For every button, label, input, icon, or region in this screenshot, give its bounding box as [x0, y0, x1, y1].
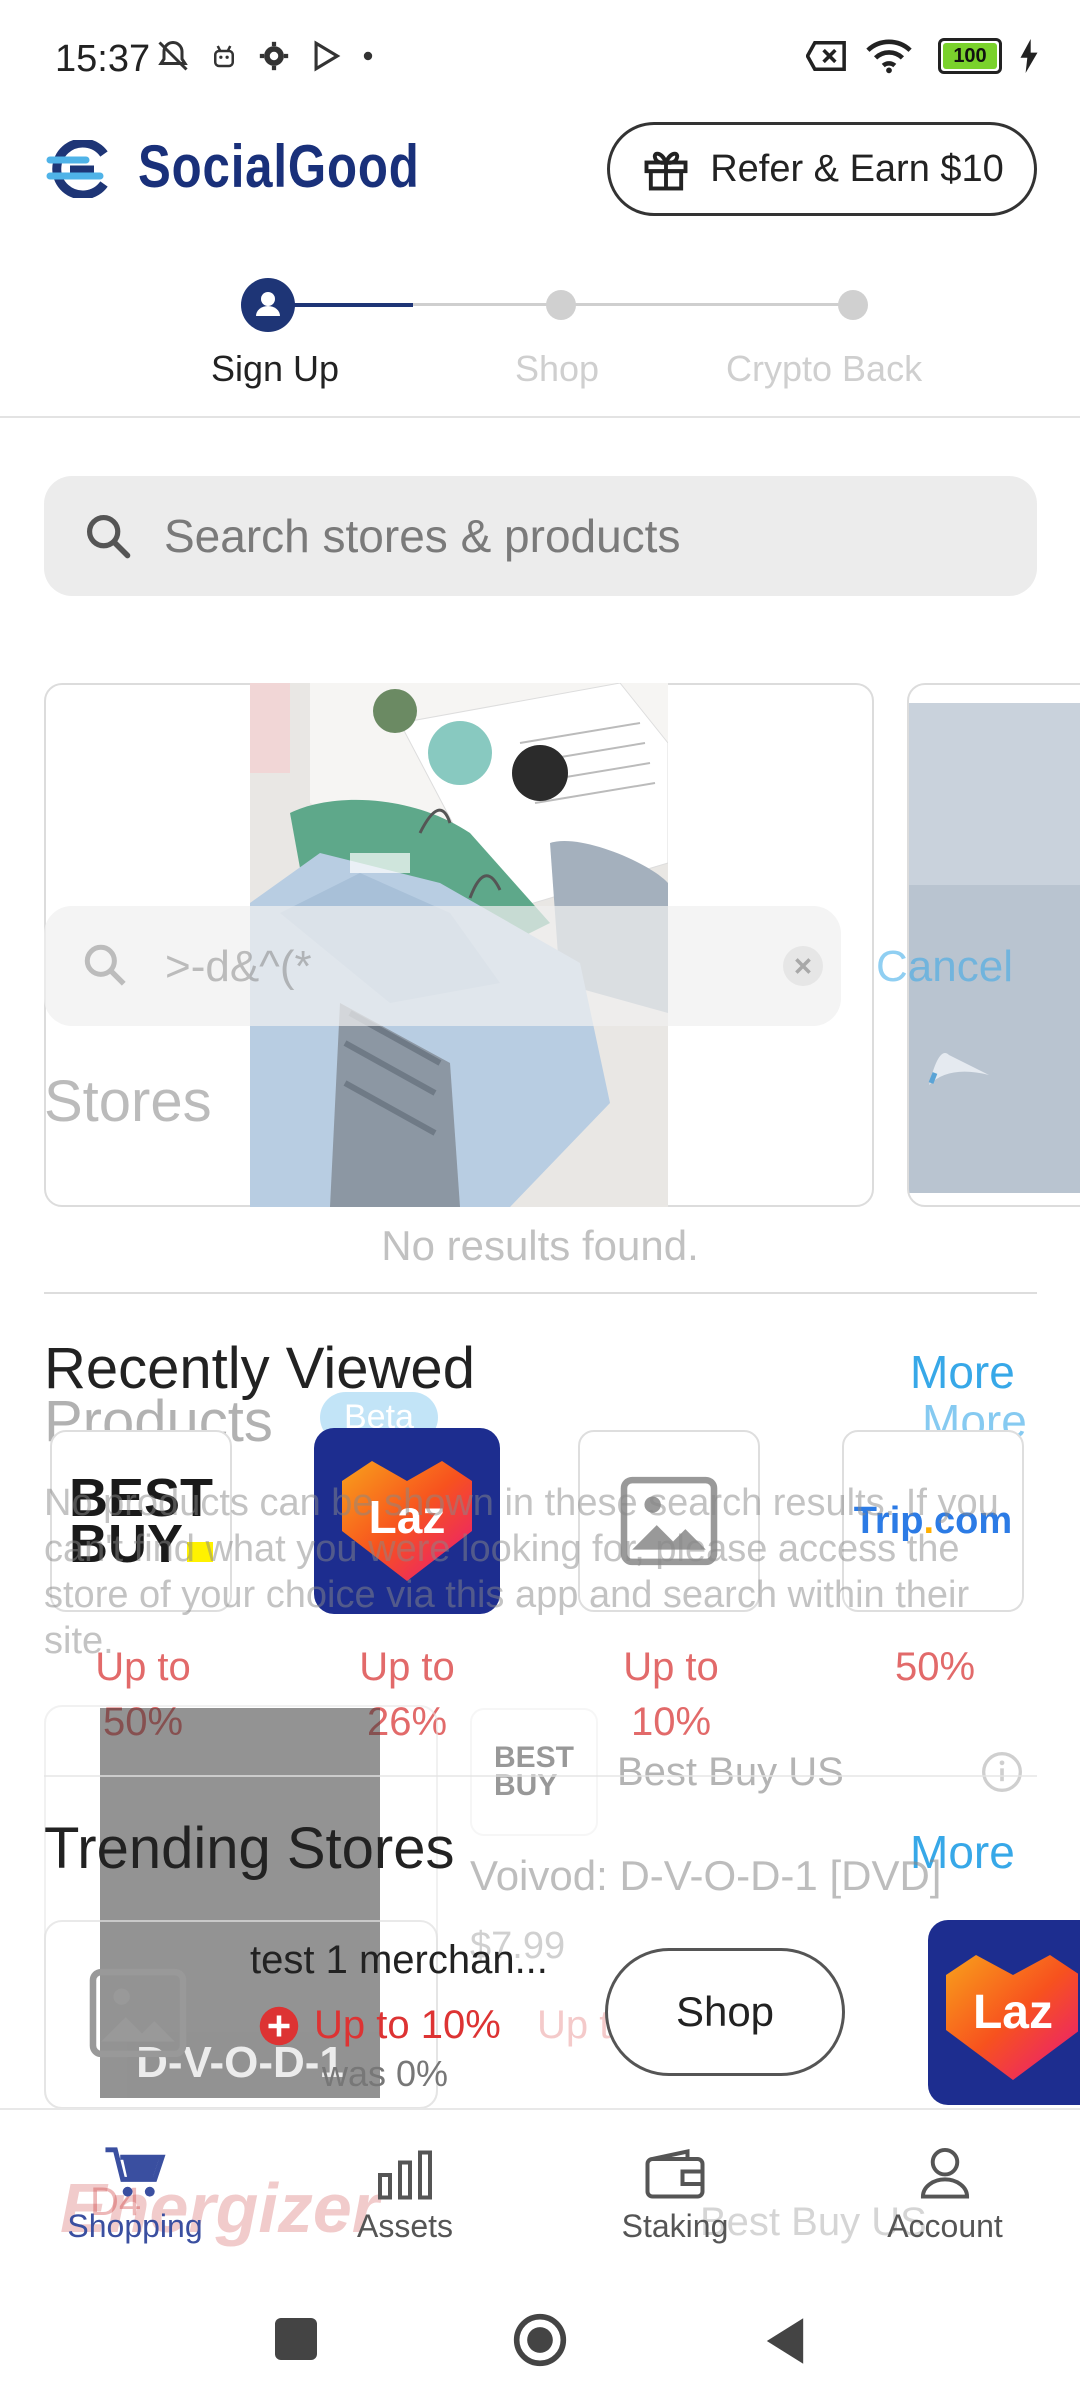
stores-results-title: Stores [44, 1069, 212, 1134]
system-status-icons: 100 [806, 38, 1040, 74]
search-icon [86, 514, 131, 559]
step-shop-dot [546, 290, 576, 320]
nav-assets-label: Assets [356, 2208, 454, 2244]
battery-level: 100 [943, 43, 997, 69]
trending-cashback: Up to 10% [314, 2003, 501, 2047]
home-button[interactable] [512, 2312, 568, 2368]
trending-was-rate: was 0% [322, 2053, 449, 2094]
clear-search-button[interactable] [783, 946, 823, 986]
shop-button-label: Shop [675, 1988, 775, 2035]
person-icon [920, 2147, 970, 2199]
trending-store-name: test 1 merchan... [250, 1938, 548, 1982]
no-sim-icon [806, 41, 846, 71]
refer-earn-label: Refer & Earn $10 [710, 147, 1004, 190]
trending-store-logo [58, 1935, 218, 2091]
step-cryptoback-dot [838, 290, 868, 320]
cancel-search-button[interactable]: Cancel [876, 942, 1013, 992]
notification-icons [155, 38, 375, 74]
stepper-track [413, 303, 853, 306]
dot-icon [363, 51, 373, 61]
trending-store-lazada[interactable]: Laz [928, 1920, 1080, 2105]
battery-icon: 100 [938, 38, 1002, 74]
refer-earn-button[interactable]: Refer & Earn $10 [607, 122, 1037, 216]
wallet-icon [645, 2149, 705, 2199]
android-icon [214, 45, 234, 68]
info-icon[interactable] [980, 1750, 1024, 1794]
overlay-divider [44, 1775, 1037, 1777]
image-placeholder-icon [89, 1968, 187, 2058]
svg-text:Laz: Laz [973, 1986, 1053, 2039]
play-icon [314, 40, 341, 72]
lazada-logo: Laz [946, 1955, 1080, 2080]
search-input[interactable] [162, 508, 966, 564]
overlay-search-query[interactable]: >-d&^(* [165, 942, 312, 992]
product-store-name: Best Buy US [617, 1750, 844, 1794]
back-button[interactable] [762, 2316, 808, 2366]
products-note: No products can be shown in these search… [44, 1482, 999, 1662]
header-divider [0, 416, 1080, 418]
wifi-icon [866, 39, 912, 74]
close-icon [795, 958, 811, 974]
step-cryptoback-label: Crypto Back [726, 348, 923, 389]
brand-name: SocialGood [138, 133, 420, 200]
step-signup-label: Sign Up [211, 348, 340, 389]
results-divider [44, 1292, 1037, 1294]
trending-stores-title: Trending Stores [44, 1816, 455, 1881]
nav-staking-label: Staking [621, 2208, 729, 2244]
system-navigation-bar [0, 2270, 1080, 2400]
overlay-search-icon [84, 944, 126, 986]
status-bar: 15:37 100 [0, 0, 1080, 120]
step-shop-label: Shop [515, 348, 600, 389]
recently-viewed-more-link[interactable]: More [910, 1345, 1015, 1399]
recent-placeholder-cashback: Up to 10% [623, 1645, 719, 1744]
product-store-logo: BEST BUY [470, 1708, 598, 1836]
bar-chart-icon [378, 2150, 432, 2200]
search-bar[interactable] [44, 476, 1037, 596]
nav-shopping-label: Shopping [67, 2208, 203, 2244]
recents-button[interactable] [275, 2318, 317, 2360]
nav-shopping[interactable]: Shopping [35, 2140, 235, 2245]
recent-tripcom-cashback: 50% [894, 1645, 976, 1689]
person-icon [256, 292, 280, 316]
socialgood-logo-icon [46, 140, 108, 198]
mute-icon [158, 40, 188, 71]
nav-assets[interactable]: Assets [305, 2140, 505, 2245]
plus-circle-icon [259, 2006, 299, 2045]
nav-staking[interactable]: Staking [575, 2140, 775, 2245]
charging-icon [1020, 39, 1038, 73]
gear-icon [259, 41, 289, 71]
gift-icon [644, 151, 688, 191]
step-signup-dot [241, 278, 295, 332]
product-title: Voivod: D-V-O-D-1 [DVD] [470, 1852, 942, 1899]
nav-account-label: Account [887, 2208, 1003, 2244]
cart-icon [105, 2147, 166, 2197]
status-time: 15:37 [55, 38, 151, 80]
no-results-text: No results found. [381, 1222, 699, 1269]
trending-cashback-row: Up to 10% [258, 2003, 501, 2048]
nav-account[interactable]: Account [845, 2140, 1045, 2245]
shop-button[interactable]: Shop [605, 1948, 845, 2076]
overlay-search-box[interactable] [44, 906, 841, 1026]
